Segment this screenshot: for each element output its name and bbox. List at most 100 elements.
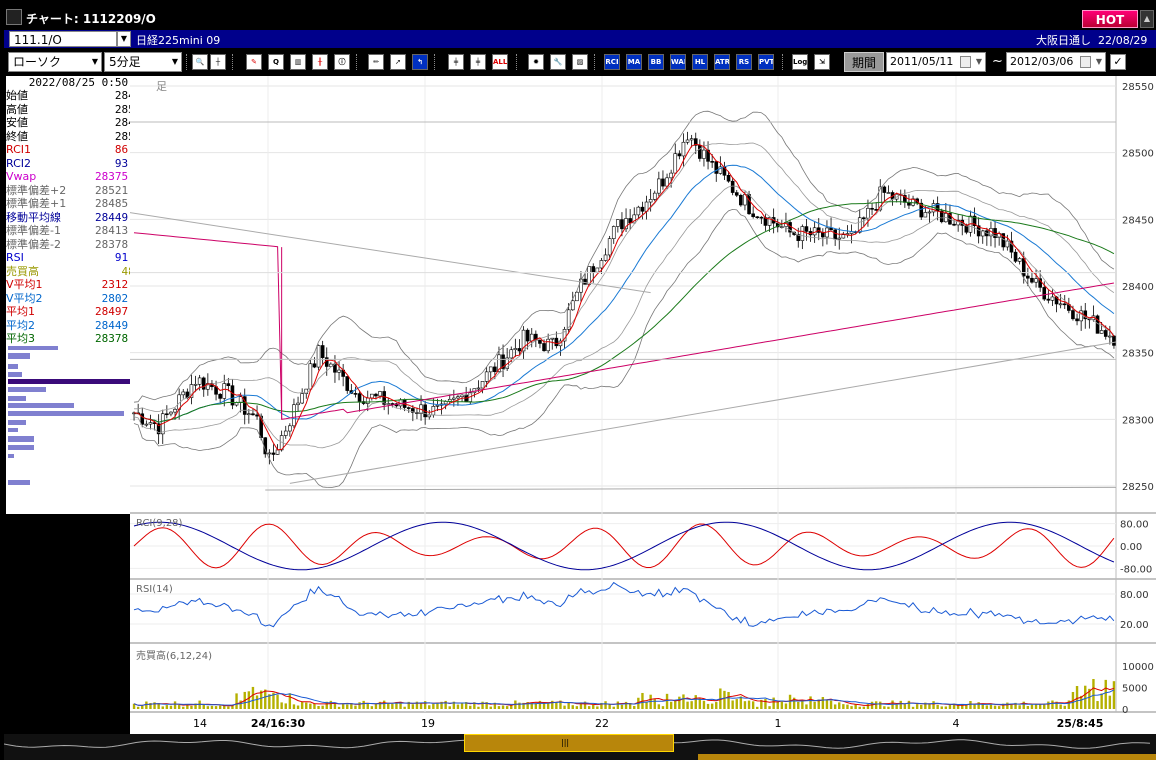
x-tick-label: 22 bbox=[595, 717, 609, 730]
draw-trend-icon[interactable]: ✎ bbox=[246, 54, 262, 70]
date-from-field[interactable]: 2011/05/11 ▼ bbox=[886, 52, 986, 72]
candle-body bbox=[866, 207, 870, 219]
volume-bar bbox=[448, 706, 451, 709]
candle-body bbox=[370, 393, 374, 399]
crosshair-icon[interactable]: ┼ bbox=[210, 54, 226, 70]
candle-body bbox=[337, 369, 341, 373]
all-button[interactable]: ALL bbox=[492, 54, 508, 70]
hl-button[interactable]: HL bbox=[692, 54, 708, 70]
volume-profile bbox=[6, 346, 130, 514]
candle-body bbox=[181, 391, 186, 396]
candle-body bbox=[140, 413, 145, 425]
wrench-icon[interactable]: 🔧 bbox=[550, 54, 566, 70]
candle-body bbox=[193, 383, 198, 386]
volume-bar bbox=[329, 700, 333, 709]
volume-bar bbox=[739, 696, 743, 709]
candle-body bbox=[554, 337, 559, 347]
pen-icon[interactable]: ✏ bbox=[368, 54, 384, 70]
export-icon[interactable]: ⇲ bbox=[814, 54, 830, 70]
candle-body bbox=[148, 422, 153, 425]
candle-body bbox=[1017, 258, 1022, 262]
bb-button[interactable]: BB bbox=[648, 54, 664, 70]
period-button[interactable]: 期間 bbox=[844, 52, 884, 72]
volume-bar bbox=[321, 705, 324, 709]
color-icon[interactable]: ▨ bbox=[572, 54, 588, 70]
zoom-icon[interactable]: 🔍 bbox=[192, 54, 208, 70]
candle-remove-icon[interactable]: ╪ bbox=[470, 54, 486, 70]
magnify-chart-icon[interactable]: Q bbox=[268, 54, 284, 70]
profile-bar bbox=[8, 480, 30, 485]
atr-button[interactable]: ATR bbox=[714, 54, 730, 70]
volume-bar bbox=[235, 693, 238, 709]
info-icon[interactable]: ⓘ bbox=[334, 54, 350, 70]
chart-canvas[interactable]: 足 28550 28500 28450 28400 28350 28300 28250 RC… bbox=[129, 76, 1156, 736]
chart-type-select[interactable]: ローソク ▼ bbox=[8, 52, 102, 72]
candle-icon[interactable]: ╫ bbox=[312, 54, 328, 70]
candle-body bbox=[648, 199, 653, 203]
candle-body bbox=[1042, 287, 1047, 300]
calendar-icon[interactable] bbox=[1080, 56, 1091, 68]
volume-bar bbox=[858, 706, 861, 709]
volume-bar bbox=[698, 698, 702, 709]
volume-bar bbox=[694, 695, 697, 709]
settings-icon[interactable]: ✹ bbox=[528, 54, 544, 70]
wae-button[interactable]: WAE bbox=[670, 54, 686, 70]
volume-bar bbox=[206, 706, 210, 709]
volume-bar bbox=[645, 701, 648, 709]
volume-bar bbox=[690, 701, 693, 709]
timeline-scroller[interactable]: ||| bbox=[4, 734, 1156, 760]
volume-bar bbox=[1030, 704, 1034, 709]
scroll-arrow-icon[interactable]: ▲ bbox=[1140, 10, 1154, 28]
volume-bar bbox=[1038, 703, 1042, 709]
volume-bar bbox=[1022, 701, 1025, 709]
price-tick-label: 28250 bbox=[1122, 482, 1154, 493]
candle-body bbox=[841, 234, 846, 239]
candle-add-icon[interactable]: ╪ bbox=[448, 54, 464, 70]
apply-checkbox[interactable]: ✓ bbox=[1110, 54, 1126, 70]
volume-bar bbox=[218, 705, 222, 709]
log-button[interactable]: Log bbox=[792, 54, 808, 70]
volume-bar bbox=[374, 703, 378, 709]
calendar-icon[interactable] bbox=[960, 56, 971, 68]
volume-bar bbox=[1063, 705, 1066, 709]
candle-body bbox=[800, 226, 805, 241]
volume-bar bbox=[161, 706, 164, 709]
cursor-icon[interactable]: ➚ bbox=[390, 54, 406, 70]
bar-chart-icon[interactable]: ▥ bbox=[290, 54, 306, 70]
date-to-field[interactable]: 2012/03/06 ▼ bbox=[1006, 52, 1106, 72]
pvt-button[interactable]: PVT bbox=[758, 54, 774, 70]
rs-button[interactable]: RS bbox=[736, 54, 752, 70]
volume-bar bbox=[1026, 705, 1030, 709]
hot-button[interactable]: HOT bbox=[1082, 10, 1138, 28]
rci-button[interactable]: RCI bbox=[604, 54, 620, 70]
volume-bar bbox=[965, 705, 968, 709]
volume-bar bbox=[1034, 704, 1038, 709]
volume-bar bbox=[169, 705, 173, 709]
volume-bar bbox=[501, 705, 505, 709]
volume-bar bbox=[419, 703, 423, 709]
arrow-icon[interactable]: ↰ bbox=[412, 54, 428, 70]
volume-bar bbox=[764, 699, 767, 709]
candle-body bbox=[620, 219, 624, 230]
candle-body bbox=[513, 348, 518, 351]
candle-body bbox=[1021, 258, 1026, 277]
candle-body bbox=[476, 387, 481, 390]
volume-bar bbox=[292, 704, 296, 709]
profile-bar bbox=[8, 403, 74, 408]
candle-body bbox=[952, 223, 956, 226]
candle-body bbox=[599, 260, 604, 269]
rci-tick-label: 80.00 bbox=[1120, 520, 1149, 531]
volume-bar bbox=[973, 704, 976, 709]
symbol-input[interactable]: 111.1/O bbox=[9, 31, 117, 47]
chevron-down-icon[interactable]: ▼ bbox=[117, 31, 131, 47]
ma-button[interactable]: MA bbox=[626, 54, 642, 70]
volume-bar bbox=[665, 693, 669, 709]
volume-bar bbox=[202, 705, 205, 709]
interval-select[interactable]: 5分足 ▼ bbox=[104, 52, 182, 72]
candle-body bbox=[734, 192, 739, 196]
chevron-down-icon: ▼ bbox=[171, 57, 178, 66]
candle-body bbox=[677, 153, 682, 157]
volume-bar bbox=[842, 704, 845, 709]
scroll-thumb[interactable]: ||| bbox=[464, 734, 674, 752]
chart-svg[interactable]: 足 28550 28500 28450 28400 28350 28300 28250 RC… bbox=[129, 76, 1156, 736]
